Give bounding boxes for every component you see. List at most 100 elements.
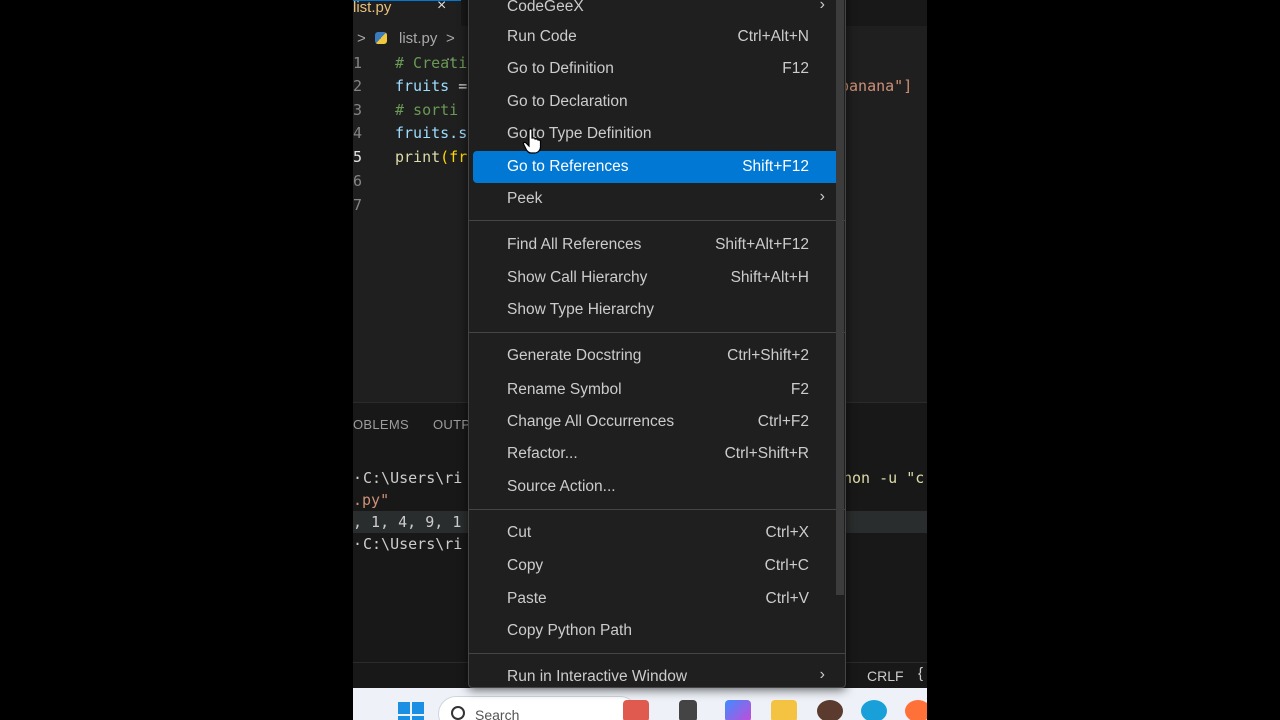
menu-separator — [469, 220, 845, 221]
eol-indicator[interactable]: CRLF — [867, 668, 904, 684]
terminal-prompt-glyph: · — [353, 535, 363, 553]
windows-start-icon[interactable] — [398, 702, 424, 720]
menu-item-find-all-references[interactable]: Find All References Shift+Alt+F12 — [473, 229, 841, 261]
menu-item-shortcut: Ctrl+Shift+2 — [727, 347, 809, 364]
python-file-icon — [375, 32, 387, 44]
menu-item-refactor[interactable]: Refactor... Ctrl+Shift+R — [473, 438, 841, 470]
chevron-right-icon: › — [819, 666, 825, 683]
code-line-1: # Creati — [395, 54, 468, 72]
menu-item-label: Show Call Hierarchy — [507, 269, 648, 286]
menu-item-run-code[interactable]: Run Code Ctrl+Alt+N — [473, 21, 841, 53]
menu-item-label: Generate Docstring — [507, 347, 642, 364]
edge-icon[interactable] — [861, 700, 887, 720]
menu-item-shortcut: Shift+Alt+F12 — [715, 236, 809, 253]
menu-item-go-to-declaration[interactable]: Go to Declaration — [473, 86, 841, 118]
menu-item-shortcut: Ctrl+Shift+R — [724, 445, 809, 462]
menu-item-shortcut: Ctrl+C — [764, 557, 809, 574]
menu-separator — [469, 509, 845, 510]
code-token: (fr — [440, 148, 468, 166]
chevron-right-icon: › — [819, 188, 825, 205]
code-line-2: fruits = — [395, 77, 467, 95]
line-number: 6 — [353, 172, 363, 190]
menu-item-label: Copy Python Path — [507, 622, 632, 639]
menu-item-go-to-references[interactable]: Go to References Shift+F12 — [473, 151, 841, 183]
menu-item-label: Peek — [507, 190, 543, 207]
copilot-icon[interactable] — [725, 700, 751, 720]
menu-separator — [469, 653, 845, 654]
firefox-icon[interactable] — [905, 700, 927, 720]
menu-item-shortcut: F12 — [782, 60, 809, 77]
chevron-right-icon: > — [357, 30, 366, 47]
tab-problems[interactable]: OBLEMS — [353, 417, 409, 432]
menu-item-copy[interactable]: Copy Ctrl+C — [473, 550, 841, 582]
menu-item-shortcut: Ctrl+V — [765, 590, 810, 607]
menu-item-paste[interactable]: Paste Ctrl+V — [473, 583, 841, 615]
menu-item-label: Change All Occurrences — [507, 413, 675, 430]
menu-item-label: Run Code — [507, 28, 577, 45]
chevron-right-icon: › — [819, 0, 825, 13]
menu-item-label: Refactor... — [507, 445, 578, 462]
menu-item-label: Run in Interactive Window — [507, 668, 688, 685]
line-number: 2 — [353, 77, 363, 95]
menu-item-show-call-hierarchy[interactable]: Show Call Hierarchy Shift+Alt+H — [473, 262, 841, 294]
terminal-prompt-glyph: · — [353, 469, 363, 487]
terminal-line: C:\Users\ri — [363, 469, 463, 487]
menu-item-shortcut: Ctrl+F2 — [757, 413, 809, 430]
menu-item-label: Find All References — [507, 236, 642, 253]
code-line-2-tail: banana"] — [840, 77, 913, 95]
code-token: = — [449, 77, 468, 95]
search-placeholder: Search — [475, 707, 520, 720]
line-number: 4 — [353, 124, 363, 142]
app-icon[interactable] — [623, 700, 649, 720]
menu-item-label: Go to References — [507, 158, 629, 175]
menu-item-shortcut: Ctrl+Alt+N — [737, 28, 810, 45]
context-menu: CodeGeeX › Run Code Ctrl+Alt+N Go to Def… — [468, 0, 846, 688]
hand-pointer-icon — [522, 128, 542, 154]
menu-item-label: Go to Definition — [507, 60, 614, 77]
menu-item-label: Copy — [507, 557, 544, 574]
search-icon — [451, 706, 465, 720]
code-line-5: print(fr — [395, 148, 467, 166]
menu-item-show-type-hierarchy[interactable]: Show Type Hierarchy — [473, 294, 841, 326]
menu-item-label: Show Type Hierarchy — [507, 301, 655, 318]
close-icon[interactable]: × — [437, 0, 446, 15]
terminal-output: , 1, 4, 9, 1 — [353, 513, 462, 531]
menu-item-label: Go to Declaration — [507, 93, 628, 110]
app-icon[interactable] — [817, 700, 843, 720]
menu-item-label: Cut — [507, 524, 532, 541]
menu-item-source-action[interactable]: Source Action... — [473, 471, 841, 503]
menu-item-label: CodeGeeX — [507, 0, 584, 15]
line-number: 1 — [353, 54, 363, 72]
menu-item-shortcut: Shift+F12 — [742, 158, 809, 175]
editor-tab-list-py[interactable]: list.py × — [353, 0, 461, 26]
taskview-icon[interactable] — [679, 700, 697, 720]
menu-item-peek[interactable]: Peek › — [473, 183, 841, 215]
taskbar-search[interactable]: Search — [438, 696, 638, 720]
breadcrumb-file[interactable]: list.py — [399, 30, 437, 47]
menu-item-cut[interactable]: Cut Ctrl+X — [473, 517, 841, 549]
menu-item-copy-python-path[interactable]: Copy Python Path — [473, 615, 841, 647]
terminal-line: .py" — [353, 491, 390, 509]
menu-item-change-all-occurrences[interactable]: Change All Occurrences Ctrl+F2 — [473, 406, 841, 438]
menu-separator — [469, 332, 845, 333]
menu-item-run-in-interactive-window[interactable]: Run in Interactive Window › — [473, 661, 841, 693]
language-mode-indicator[interactable]: { — [918, 665, 923, 682]
terminal-line-tail: hon -u "c — [843, 469, 925, 487]
menu-item-shortcut: Shift+Alt+H — [730, 269, 809, 286]
menu-item-generate-docstring[interactable]: Generate Docstring Ctrl+Shift+2 — [473, 340, 841, 372]
menu-item-codegeex[interactable]: CodeGeeX › — [473, 0, 841, 23]
line-number: 7 — [353, 196, 363, 214]
menu-item-shortcut: Ctrl+X — [765, 524, 810, 541]
line-number: 3 — [353, 101, 363, 119]
terminal-line: C:\Users\ri — [363, 535, 463, 553]
menu-item-rename-symbol[interactable]: Rename Symbol F2 — [473, 374, 841, 406]
menu-item-shortcut: F2 — [790, 381, 809, 398]
menu-scrollbar[interactable] — [836, 0, 844, 595]
menu-item-go-to-definition[interactable]: Go to Definition F12 — [473, 53, 841, 85]
menu-item-label: Rename Symbol — [507, 381, 622, 398]
code-line-3: # sorti — [395, 101, 459, 119]
tab-output[interactable]: OUTP — [433, 417, 470, 432]
menu-item-label: Source Action... — [507, 478, 616, 495]
code-token: fruits — [395, 77, 450, 95]
file-explorer-icon[interactable] — [771, 700, 797, 720]
